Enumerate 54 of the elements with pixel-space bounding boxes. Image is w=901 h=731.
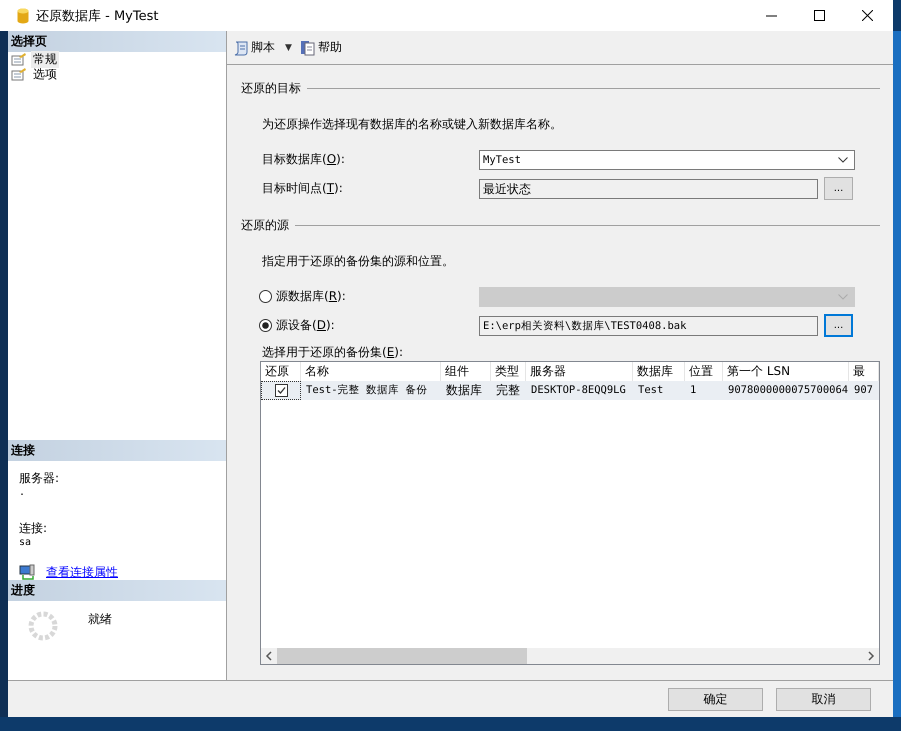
field-label: 目标时间点(T): <box>261 180 344 197</box>
scroll-icon <box>233 40 249 56</box>
spinner-icon <box>28 611 58 641</box>
server-label: 服务器: <box>19 470 60 487</box>
help-button[interactable]: 帮助 <box>300 39 342 56</box>
server-value: . <box>19 487 26 498</box>
database-dropdown[interactable]: MyTest <box>479 150 855 170</box>
login-value: sa <box>19 537 32 548</box>
table-cell-text: Test-完整 数据库 备份 <box>305 383 428 398</box>
script-button[interactable]: 脚本 <box>233 39 275 56</box>
page-icon <box>11 53 27 66</box>
checkbox[interactable] <box>274 384 288 397</box>
scroll-left-icon[interactable] <box>265 651 273 661</box>
table-label: 选择用于还原的备份集(E): <box>261 344 404 361</box>
window-title: 还原数据库 - MyTest <box>36 8 158 24</box>
radio-icon[interactable] <box>259 319 272 332</box>
radio-option[interactable]: 源设备(D): <box>241 317 479 334</box>
progress-status: 就绪 <box>88 611 112 628</box>
table-cell-text: 907 <box>853 383 874 398</box>
chevron-down-icon <box>838 156 848 162</box>
sidebar-item[interactable]: 常规 <box>8 52 226 67</box>
description-text: 为还原操作选择现有数据库的名称或键入新数据库名称。 <box>262 116 563 133</box>
description-text: 指定用于还原的备份集的源和位置。 <box>262 253 455 270</box>
section-header: 进度 <box>8 580 226 601</box>
section-heading: 还原的源 <box>241 216 289 234</box>
sidebar-item[interactable]: 选项 <box>8 67 226 82</box>
dialog-button[interactable]: 确定 <box>668 688 763 710</box>
table-cell-text: 数据库 <box>445 382 483 399</box>
table-cell-text: DESKTOP-8EQQ9LG <box>530 383 627 398</box>
browse-button[interactable]: ... <box>824 314 853 337</box>
dropdown-arrow[interactable]: ▼ <box>285 42 292 52</box>
file-path-field[interactable]: E:\erp相关资料\数据库\TEST0408.bak <box>479 316 818 336</box>
scrollbar-thumb[interactable] <box>277 648 527 664</box>
table-cell-text: 9078000000075700064 <box>727 383 849 398</box>
maximize-icon[interactable] <box>814 10 825 21</box>
close-icon[interactable] <box>862 10 873 21</box>
section-heading: 还原的目标 <box>241 80 301 96</box>
table-cell-text: 1 <box>689 383 698 398</box>
time-field[interactable]: 最近状态 <box>479 178 818 198</box>
connection-properties-link[interactable]: 查看连接属性 <box>46 564 118 581</box>
browse-button[interactable]: ... <box>824 177 853 200</box>
document-icon <box>300 40 316 56</box>
section-header: 选择页 <box>8 31 226 52</box>
section-header: 连接 <box>8 440 226 461</box>
login-label: 连接: <box>19 520 48 537</box>
database-icon <box>17 8 29 24</box>
computer-icon <box>19 564 36 581</box>
chevron-down-icon <box>838 294 848 300</box>
dialog-button[interactable]: 取消 <box>776 688 871 710</box>
field-label: 目标数据库(O): <box>261 151 346 168</box>
table-cell-text: Test <box>637 383 664 398</box>
page-icon <box>11 68 27 81</box>
scroll-right-icon[interactable] <box>867 651 875 661</box>
table-cell-text: 完整 <box>495 382 521 399</box>
